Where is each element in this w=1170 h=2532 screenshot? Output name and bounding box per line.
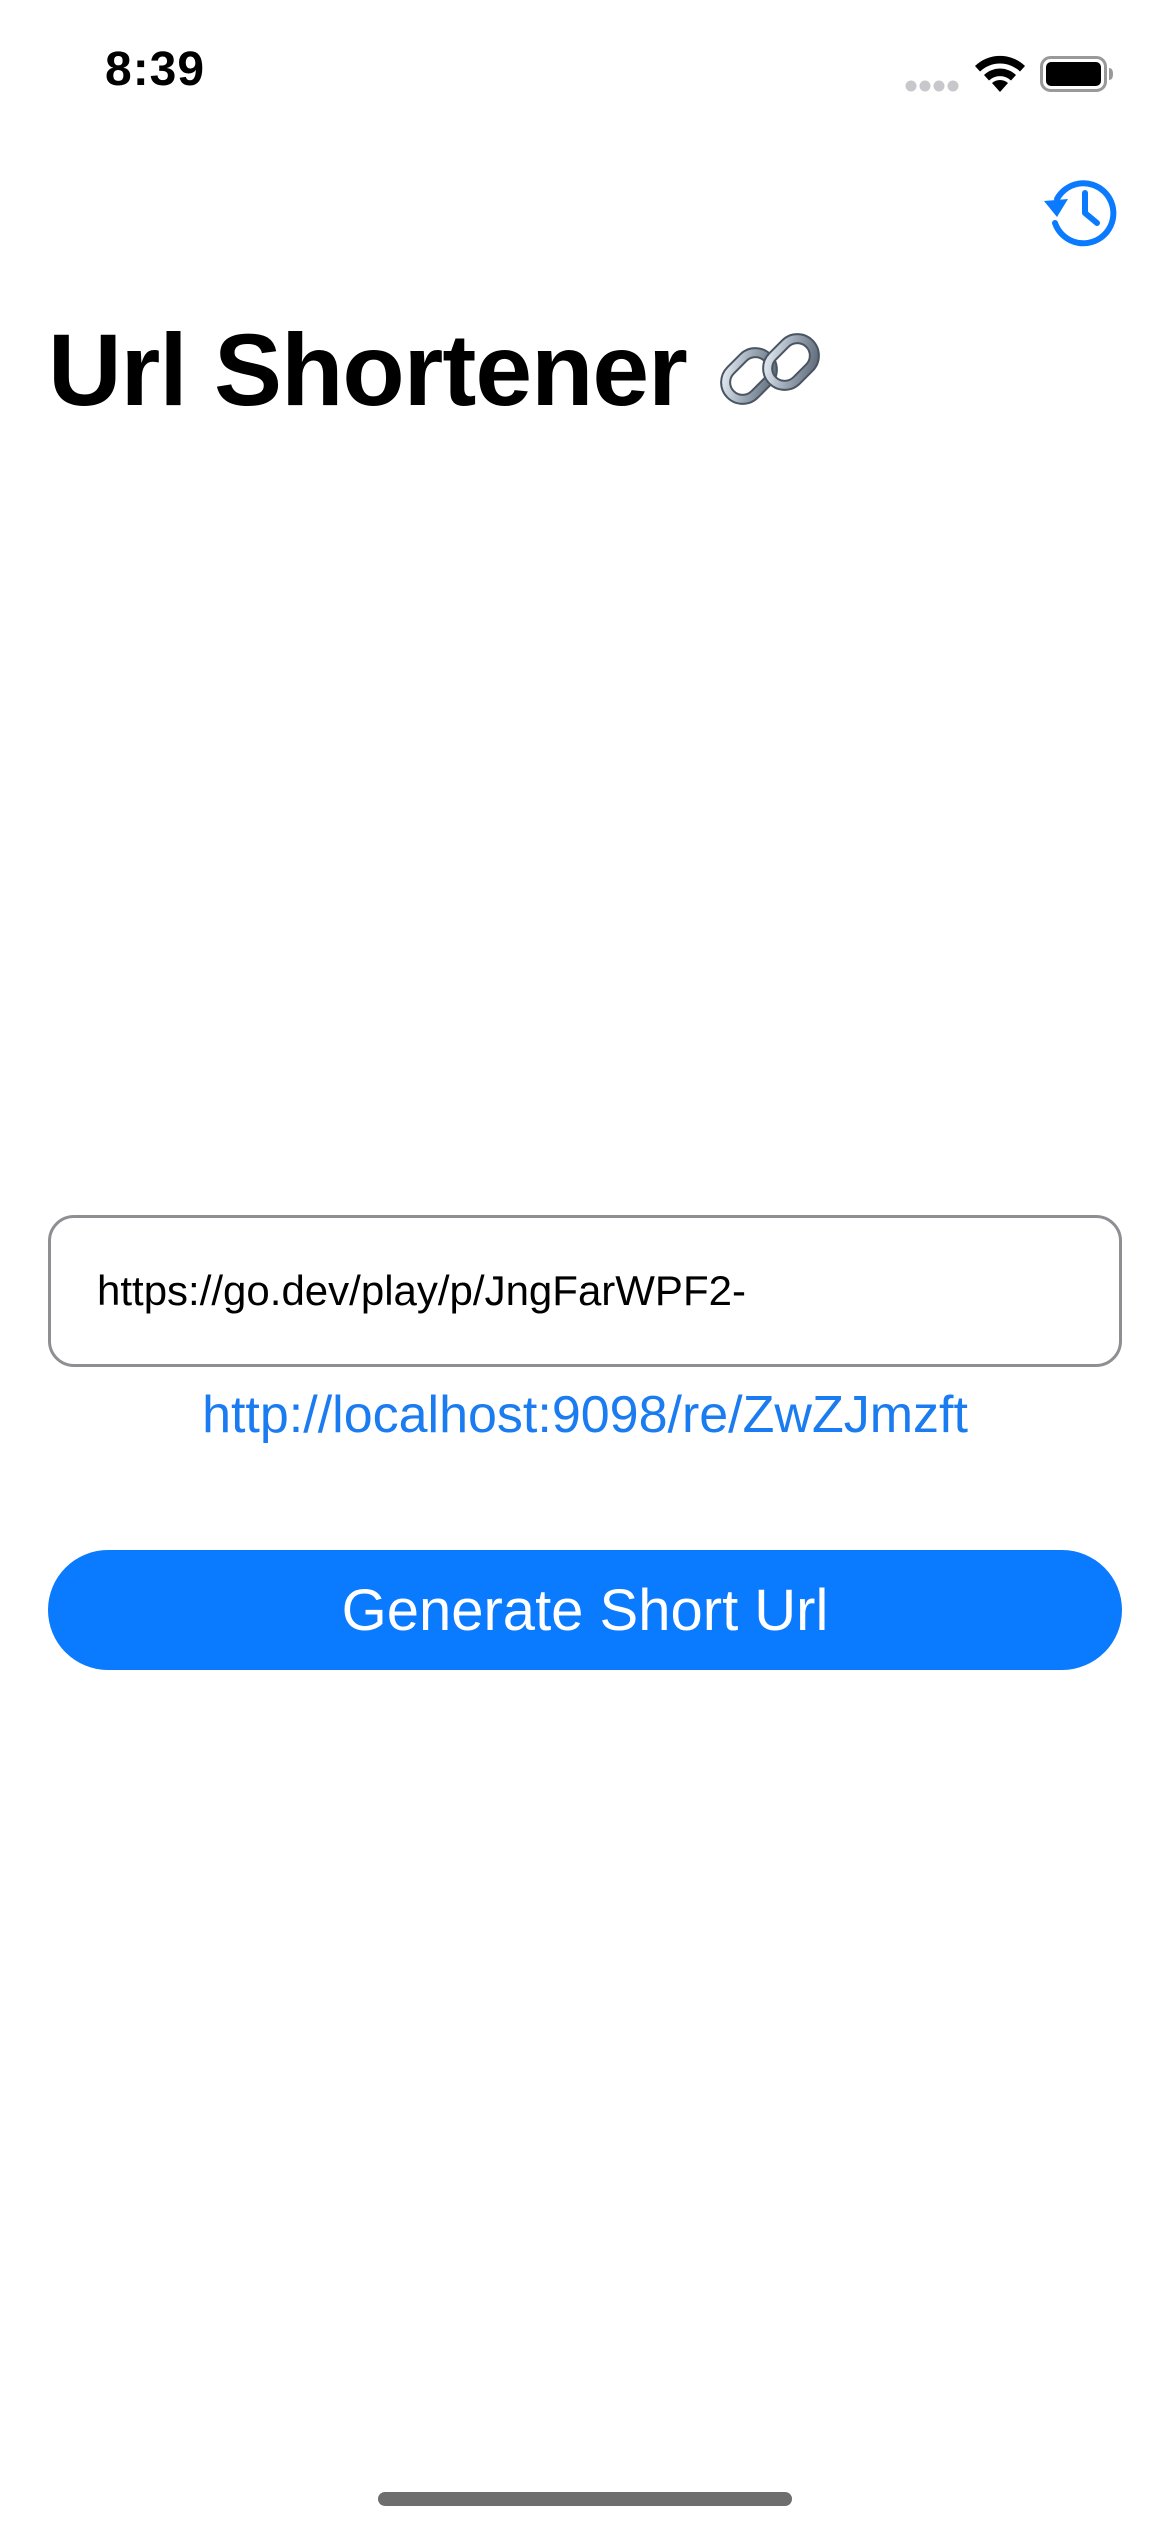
page-title-text: Url Shortener <box>48 312 688 427</box>
battery-icon <box>1040 56 1113 92</box>
short-url-link[interactable]: http://localhost:9098/re/ZwZJmzft <box>0 1385 1170 1445</box>
history-clock-icon <box>1044 180 1117 247</box>
url-input[interactable] <box>48 1215 1122 1367</box>
wifi-icon <box>975 55 1025 92</box>
history-button[interactable] <box>1040 170 1122 252</box>
cellular-signal-icon <box>905 80 959 92</box>
status-time: 8:39 <box>105 43 206 96</box>
link-emoji-icon <box>719 333 820 405</box>
page-title: Url Shortener <box>48 310 825 430</box>
generate-short-url-button[interactable]: Generate Short Url <box>48 1550 1122 1670</box>
home-indicator <box>378 2492 792 2506</box>
status-bar: 8:39 <box>0 0 1170 150</box>
